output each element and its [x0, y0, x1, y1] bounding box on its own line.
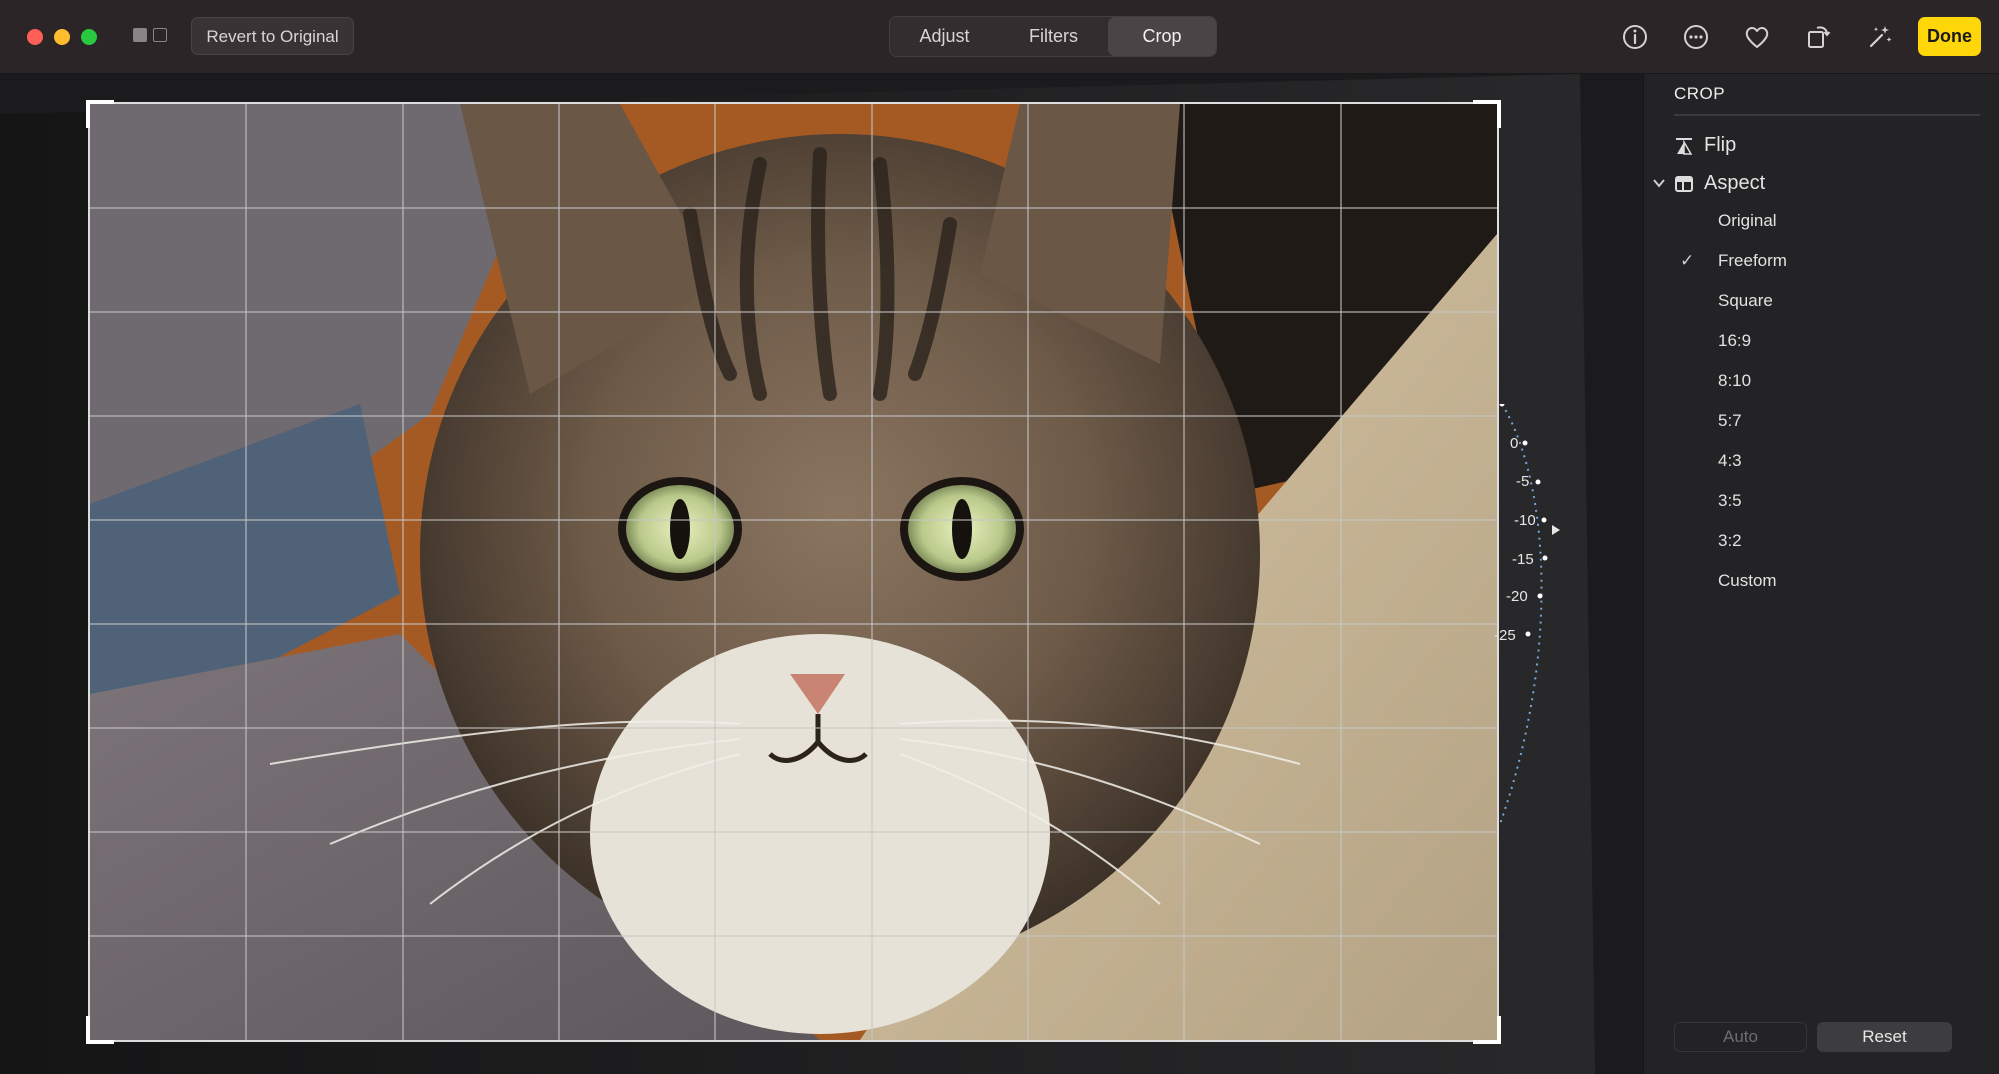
chevron-down-icon[interactable] [1652, 176, 1666, 190]
dial-tick-0: 0 [1510, 435, 1518, 452]
tab-filters[interactable]: Filters [999, 17, 1108, 56]
minimize-window-button[interactable] [54, 29, 70, 45]
rotate-icon[interactable] [1802, 21, 1834, 53]
sidebar-divider [1674, 114, 1980, 116]
zoom-window-button[interactable] [81, 29, 97, 45]
dial-indicator-icon [1552, 525, 1560, 535]
dial-tick-neg15: -15 [1512, 551, 1534, 568]
compare-icon[interactable] [133, 27, 171, 45]
aspect-option-square[interactable]: Square [1718, 291, 1773, 311]
edit-mode-segmented-control: Adjust Filters Crop [889, 16, 1217, 57]
sidebar-title: CROP [1674, 84, 1726, 103]
photo-canvas: 0 -5 -10 -15 -20 -25 [0, 74, 1643, 1074]
crop-handle-top-right[interactable] [1473, 100, 1501, 128]
aspect-option-5-7[interactable]: 5:7 [1718, 411, 1742, 431]
tab-adjust[interactable]: Adjust [890, 17, 999, 56]
aspect-option-8-10[interactable]: 8:10 [1718, 371, 1751, 391]
revert-to-original-button[interactable]: Revert to Original [191, 17, 354, 55]
dial-tick-neg20: -20 [1506, 588, 1528, 605]
crop-rectangle[interactable] [86, 100, 1501, 1044]
toolbar: Revert to Original Adjust Filters Crop D… [0, 0, 1999, 74]
aspect-option-4-3[interactable]: 4:3 [1718, 451, 1742, 471]
tab-crop[interactable]: Crop [1108, 17, 1216, 56]
aspect-option-16-9[interactable]: 16:9 [1718, 331, 1751, 351]
crop-sidebar: CROP Flip Aspect Original ✓ Freeform Squ… [1643, 74, 1999, 1074]
crop-grid [90, 104, 1497, 1040]
done-button[interactable]: Done [1918, 17, 1981, 56]
aspect-option-3-5[interactable]: 3:5 [1718, 491, 1742, 511]
aspect-icon [1675, 176, 1693, 192]
dial-tick-neg5: -5 [1516, 473, 1529, 490]
info-icon[interactable] [1619, 21, 1651, 53]
reset-button[interactable]: Reset [1817, 1022, 1952, 1052]
magic-wand-icon[interactable] [1863, 21, 1895, 53]
checkmark-icon: ✓ [1680, 251, 1695, 270]
crop-handle-bottom-left[interactable] [86, 1016, 114, 1044]
straighten-dial[interactable]: 0 -5 -10 -15 -20 -25 [1490, 404, 1580, 824]
aspect-option-original[interactable]: Original [1718, 211, 1777, 231]
heart-icon[interactable] [1741, 21, 1773, 53]
dial-tick-neg10: -10 [1514, 512, 1536, 529]
flip-icon [1676, 138, 1693, 155]
aspect-option-custom[interactable]: Custom [1718, 571, 1777, 591]
crop-handle-top-left[interactable] [86, 100, 114, 128]
auto-button[interactable]: Auto [1674, 1022, 1807, 1052]
dial-tick-neg25: -25 [1494, 627, 1516, 644]
aspect-option-3-2[interactable]: 3:2 [1718, 531, 1742, 551]
aspect-option-freeform[interactable]: Freeform [1718, 251, 1787, 271]
more-icon[interactable] [1680, 21, 1712, 53]
flip-button[interactable]: Flip [1704, 134, 1736, 157]
crop-handle-bottom-right[interactable] [1473, 1016, 1501, 1044]
aspect-section-toggle[interactable]: Aspect [1704, 172, 1765, 195]
close-window-button[interactable] [27, 29, 43, 45]
